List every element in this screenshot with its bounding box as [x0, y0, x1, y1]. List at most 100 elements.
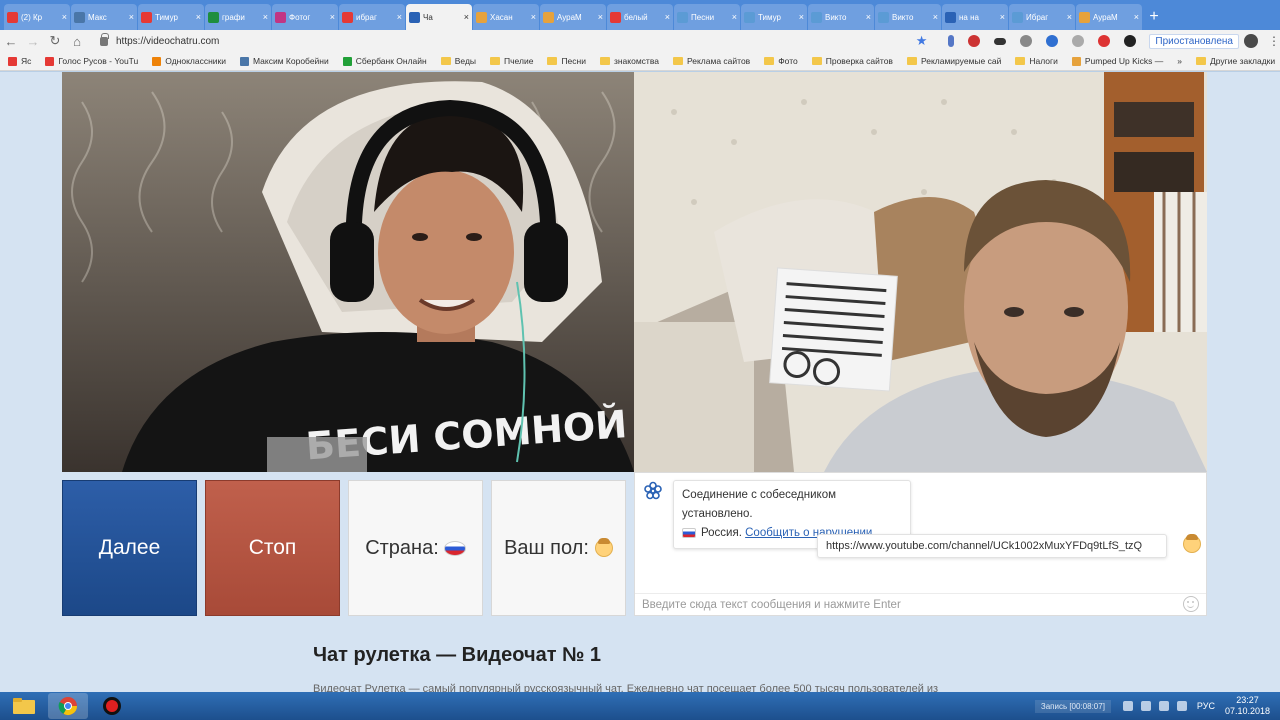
browser-menu-icon[interactable]: ⋮	[1268, 34, 1280, 48]
emoji-picker-icon[interactable]	[1183, 596, 1199, 612]
reload-button[interactable]: ↻	[44, 33, 66, 49]
close-tab-icon[interactable]: ×	[129, 12, 134, 22]
bookmark-item[interactable]: Песни	[547, 56, 586, 66]
bookmark-item[interactable]: Максим Коробейни	[240, 56, 329, 66]
folder-icon	[490, 57, 501, 65]
extension-sync-icon[interactable]	[1046, 35, 1059, 47]
back-button[interactable]: ←	[0, 34, 22, 49]
folder-icon	[1015, 57, 1026, 65]
extension-glasses-icon[interactable]	[994, 37, 1007, 45]
tray-flag-icon[interactable]	[1140, 701, 1151, 711]
bookmark-item[interactable]: Фото	[764, 56, 798, 66]
clock-time: 23:27	[1236, 695, 1259, 705]
browser-tab[interactable]: Викто ×	[808, 4, 874, 30]
bookmark-star-icon[interactable]: ★	[916, 33, 928, 49]
close-tab-icon[interactable]: ×	[531, 12, 536, 22]
clock-date: 07.10.2018	[1224, 706, 1270, 716]
browser-tab[interactable]: Тимур ×	[741, 4, 807, 30]
profile-avatar[interactable]	[1244, 34, 1258, 48]
forward-button[interactable]: →	[22, 34, 44, 49]
other-bookmarks[interactable]: Другие закладки	[1196, 56, 1275, 66]
browser-tab[interactable]: Ча ×	[406, 4, 472, 30]
am-icon	[677, 11, 688, 23]
browser-tab[interactable]: Викто ×	[875, 4, 941, 30]
close-tab-icon[interactable]: ×	[464, 12, 469, 22]
am-icon	[744, 11, 755, 23]
extension-red-circle-icon[interactable]	[1098, 35, 1111, 47]
bookmark-item[interactable]: Пчелие	[490, 56, 533, 66]
browser-tab[interactable]: Фотог ×	[272, 4, 338, 30]
close-tab-icon[interactable]: ×	[598, 12, 603, 22]
bookmark-item[interactable]: Сбербанк Онлайн	[342, 56, 427, 66]
bookmark-item[interactable]: Одноклассники	[152, 56, 226, 66]
taskbar-explorer[interactable]	[4, 693, 44, 719]
bookmark-item[interactable]: Рекламируемые сай	[906, 56, 1001, 66]
bookmark-item[interactable]: Яс	[8, 56, 31, 66]
close-tab-icon[interactable]: ×	[665, 12, 670, 22]
bookmark-label: Проверка сайтов	[825, 56, 893, 66]
bookmark-item[interactable]: Налоги	[1015, 56, 1058, 66]
user-message-text[interactable]: https://www.youtube.com/channel/UCk1002x…	[826, 540, 1142, 552]
more-bookmarks-button[interactable]: »	[1177, 56, 1182, 66]
taskbar-chrome[interactable]	[48, 693, 88, 719]
extension-download-icon[interactable]	[1124, 35, 1137, 47]
gender-selector[interactable]: Ваш пол:	[491, 480, 626, 616]
extension-adblock-icon[interactable]	[968, 35, 981, 47]
extension-ghost-icon[interactable]	[1020, 35, 1033, 47]
chat-message-input[interactable]	[635, 593, 1206, 615]
browser-tab[interactable]: (2) Кр ×	[4, 4, 70, 30]
browser-tab[interactable]: АураМ ×	[540, 4, 606, 30]
home-button[interactable]: ⌂	[66, 34, 88, 49]
close-tab-icon[interactable]: ×	[1000, 12, 1005, 22]
am-icon	[1012, 11, 1023, 23]
browser-tab[interactable]: белый ×	[607, 4, 673, 30]
browser-tab-label: АураМ	[557, 12, 582, 22]
stop-button[interactable]: Стоп	[205, 480, 340, 616]
browser-tab[interactable]: АураМ ×	[1076, 4, 1142, 30]
extension-mic-icon[interactable]	[948, 35, 955, 47]
browser-tab[interactable]: графи ×	[205, 4, 271, 30]
address-bar[interactable]: https://videochatru.com	[92, 31, 892, 51]
folder-icon	[13, 698, 35, 714]
new-tab-button[interactable]: +	[1143, 4, 1165, 30]
browser-tab[interactable]: Макс ×	[71, 4, 137, 30]
browser-tab[interactable]: на на ×	[942, 4, 1008, 30]
close-tab-icon[interactable]: ×	[732, 12, 737, 22]
bookmark-item[interactable]: Pumped Up Kicks —	[1071, 56, 1163, 66]
next-button[interactable]: Далее	[62, 480, 197, 616]
bookmark-item[interactable]: знакомства	[599, 56, 659, 66]
address-url[interactable]: https://videochatru.com	[116, 36, 219, 47]
bookmark-item[interactable]: Реклама сайтов	[672, 56, 750, 66]
sync-paused-badge[interactable]: Приостановлена	[1149, 33, 1239, 49]
close-tab-icon[interactable]: ×	[799, 12, 804, 22]
browser-tab-label: Тимур	[155, 12, 178, 22]
country-selector[interactable]: Страна:	[348, 480, 483, 616]
browser-tab[interactable]: Тимур ×	[138, 4, 204, 30]
close-tab-icon[interactable]: ×	[397, 12, 402, 22]
close-tab-icon[interactable]: ×	[196, 12, 201, 22]
close-tab-icon[interactable]: ×	[330, 12, 335, 22]
tray-network-icon[interactable]	[1158, 701, 1169, 711]
recording-indicator[interactable]: Запись [00:08:07]	[1034, 699, 1111, 713]
play-icon	[945, 11, 956, 23]
tray-volume-icon[interactable]	[1176, 701, 1187, 711]
browser-tab[interactable]: Песни ×	[674, 4, 740, 30]
close-tab-icon[interactable]: ×	[866, 12, 871, 22]
browser-tab[interactable]: Хасан ×	[473, 4, 539, 30]
close-tab-icon[interactable]: ×	[263, 12, 268, 22]
bookmark-item[interactable]: Голос Русов - YouTu	[45, 56, 138, 66]
close-tab-icon[interactable]: ×	[1134, 12, 1139, 22]
input-language[interactable]: РУС	[1197, 701, 1215, 711]
browser-tab[interactable]: ибраг ×	[339, 4, 405, 30]
bookmark-item[interactable]: Проверка сайтов	[811, 56, 893, 66]
close-tab-icon[interactable]: ×	[933, 12, 938, 22]
taskbar-recorder[interactable]	[92, 693, 132, 719]
close-tab-icon[interactable]: ×	[1067, 12, 1072, 22]
system-clock[interactable]: 23:27 07.10.2018	[1225, 695, 1270, 717]
browser-tab[interactable]: Ибраг ×	[1009, 4, 1075, 30]
bookmark-item[interactable]: Веды	[440, 56, 476, 66]
tray-chevron-icon[interactable]	[1122, 701, 1133, 711]
close-tab-icon[interactable]: ×	[62, 12, 67, 22]
extension-gray-icon[interactable]	[1072, 35, 1085, 47]
pen-icon	[543, 11, 554, 23]
